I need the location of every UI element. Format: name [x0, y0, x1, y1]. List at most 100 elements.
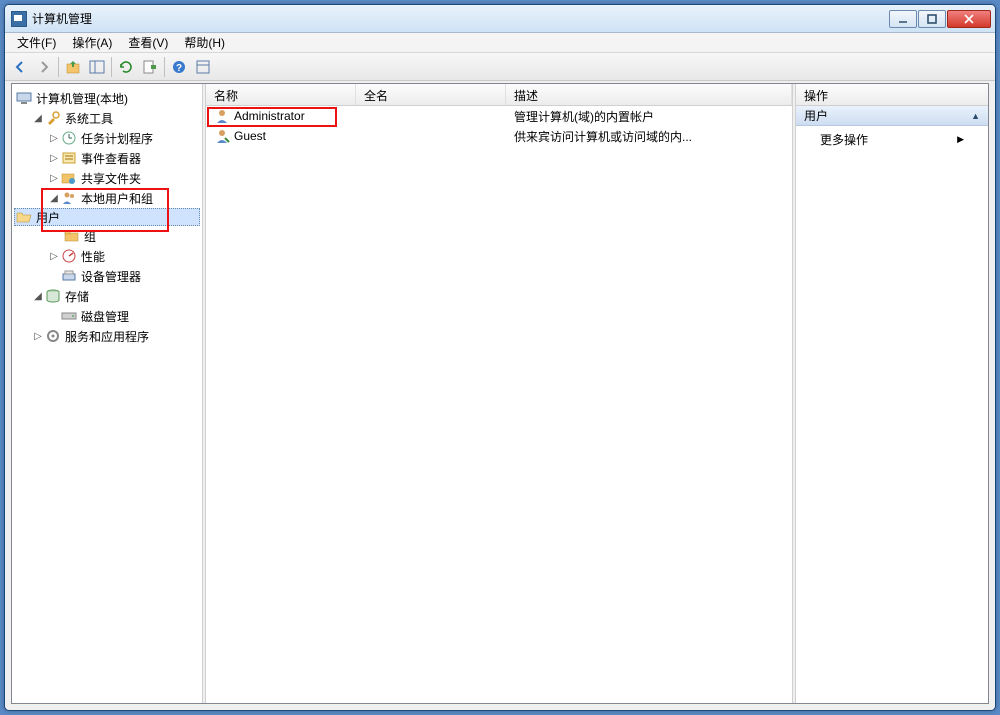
collapse-icon[interactable]: ◢	[32, 290, 44, 302]
content-area: 计算机管理(本地) ◢ 系统工具 ▷ 任务计划程序 ▷ 事件查看器	[11, 83, 989, 704]
user-icon	[214, 108, 230, 124]
minimize-button[interactable]	[889, 10, 917, 28]
col-name[interactable]: 名称	[206, 84, 356, 105]
submenu-arrow-icon: ▶	[957, 134, 964, 145]
tree-label: 任务计划程序	[81, 130, 153, 147]
window-title: 计算机管理	[32, 10, 889, 27]
tools-icon	[45, 110, 61, 126]
services-icon	[45, 328, 61, 344]
actions-pane: 操作 用户 ▲ 更多操作 ▶	[796, 84, 988, 703]
actions-more-label: 更多操作	[820, 131, 868, 148]
shared-folder-icon	[61, 170, 77, 186]
tree-pane[interactable]: 计算机管理(本地) ◢ 系统工具 ▷ 任务计划程序 ▷ 事件查看器	[12, 84, 202, 703]
forward-button[interactable]	[33, 56, 55, 78]
folder-icon	[64, 228, 80, 244]
tree-groups[interactable]: 组	[14, 226, 200, 246]
tree-label: 组	[84, 228, 96, 245]
col-desc[interactable]: 描述	[506, 84, 792, 105]
blank-icon	[48, 270, 60, 282]
tree-root[interactable]: 计算机管理(本地)	[14, 88, 200, 108]
tree-device-manager[interactable]: 设备管理器	[14, 266, 200, 286]
tree-label: 磁盘管理	[81, 308, 129, 325]
window-controls	[889, 10, 991, 28]
tree-disk-management[interactable]: 磁盘管理	[14, 306, 200, 326]
actions-section-label: 用户	[804, 107, 828, 124]
up-button[interactable]	[62, 56, 84, 78]
back-button[interactable]	[9, 56, 31, 78]
tree-label: 共享文件夹	[81, 170, 141, 187]
toolbar-separator	[58, 57, 59, 77]
maximize-button[interactable]	[918, 10, 946, 28]
clock-icon	[61, 130, 77, 146]
cell-name: Guest	[234, 129, 266, 143]
expand-icon[interactable]: ▷	[48, 250, 60, 262]
actions-more[interactable]: 更多操作 ▶	[796, 126, 988, 153]
titlebar[interactable]: 计算机管理	[5, 5, 995, 33]
app-icon	[11, 11, 27, 27]
menu-action[interactable]: 操作(A)	[64, 32, 120, 53]
folder-open-icon	[16, 209, 32, 225]
expand-icon[interactable]: ▷	[32, 330, 44, 342]
properties-button[interactable]	[192, 56, 214, 78]
event-icon	[61, 150, 77, 166]
tree-event-viewer[interactable]: ▷ 事件查看器	[14, 148, 200, 168]
expand-icon[interactable]: ▷	[48, 172, 60, 184]
list-pane[interactable]: 名称 全名 描述 Administrator 管理计算机(域)的内置帐户 Gu	[206, 84, 792, 703]
tree-label: 用户	[36, 209, 60, 226]
tree-label: 事件查看器	[81, 150, 141, 167]
collapse-icon[interactable]: ◢	[48, 192, 60, 204]
tree-shared-folders[interactable]: ▷ 共享文件夹	[14, 168, 200, 188]
device-icon	[61, 268, 77, 284]
tree-task-scheduler[interactable]: ▷ 任务计划程序	[14, 128, 200, 148]
close-button[interactable]	[947, 10, 991, 28]
actions-section-users[interactable]: 用户 ▲	[796, 106, 988, 126]
toolbar: ?	[5, 53, 995, 81]
tree-label: 性能	[81, 248, 105, 265]
menu-help[interactable]: 帮助(H)	[176, 32, 233, 53]
cell-desc: 管理计算机(域)的内置帐户	[514, 108, 654, 125]
tree-label: 设备管理器	[81, 268, 141, 285]
list-row-guest[interactable]: Guest 供来宾访问计算机或访问域的内...	[206, 126, 792, 146]
show-hide-tree-button[interactable]	[86, 56, 108, 78]
tree-local-users-groups[interactable]: ◢ 本地用户和组	[14, 188, 200, 208]
col-fullname[interactable]: 全名	[356, 84, 506, 105]
menubar: 文件(F) 操作(A) 查看(V) 帮助(H)	[5, 33, 995, 53]
toolbar-separator	[164, 57, 165, 77]
tree-users[interactable]: 用户	[14, 208, 200, 226]
expand-icon[interactable]: ▷	[48, 152, 60, 164]
performance-icon	[61, 248, 77, 264]
list-header: 名称 全名 描述	[206, 84, 792, 106]
tree-label: 服务和应用程序	[65, 328, 149, 345]
help-button[interactable]: ?	[168, 56, 190, 78]
collapse-arrow-icon: ▲	[971, 111, 980, 121]
tree-system-tools[interactable]: ◢ 系统工具	[14, 108, 200, 128]
toolbar-separator	[111, 57, 112, 77]
tree-label: 本地用户和组	[81, 190, 153, 207]
blank-icon	[48, 310, 60, 322]
collapse-icon[interactable]: ◢	[32, 112, 44, 124]
expand-icon[interactable]: ▷	[48, 132, 60, 144]
tree-label: 存储	[65, 288, 89, 305]
tree-storage[interactable]: ◢ 存储	[14, 286, 200, 306]
export-button[interactable]	[139, 56, 161, 78]
refresh-button[interactable]	[115, 56, 137, 78]
svg-text:?: ?	[176, 63, 182, 74]
list-body: Administrator 管理计算机(域)的内置帐户 Guest 供来宾访问计…	[206, 106, 792, 146]
tree-label: 系统工具	[65, 110, 113, 127]
menu-view[interactable]: 查看(V)	[120, 32, 176, 53]
app-window: 计算机管理 文件(F) 操作(A) 查看(V) 帮助(H) ?	[4, 4, 996, 711]
nav-tree: 计算机管理(本地) ◢ 系统工具 ▷ 任务计划程序 ▷ 事件查看器	[12, 84, 202, 350]
actions-header: 操作	[796, 84, 988, 106]
users-groups-icon	[61, 190, 77, 206]
storage-icon	[45, 288, 61, 304]
tree-performance[interactable]: ▷ 性能	[14, 246, 200, 266]
list-row-administrator[interactable]: Administrator 管理计算机(域)的内置帐户	[206, 106, 792, 126]
disk-icon	[61, 308, 77, 324]
menu-file[interactable]: 文件(F)	[9, 32, 64, 53]
user-icon	[214, 128, 230, 144]
cell-name: Administrator	[234, 109, 305, 123]
tree-label: 计算机管理(本地)	[36, 90, 128, 107]
tree-services-apps[interactable]: ▷ 服务和应用程序	[14, 326, 200, 346]
cell-desc: 供来宾访问计算机或访问域的内...	[514, 128, 692, 145]
computer-icon	[16, 90, 32, 106]
